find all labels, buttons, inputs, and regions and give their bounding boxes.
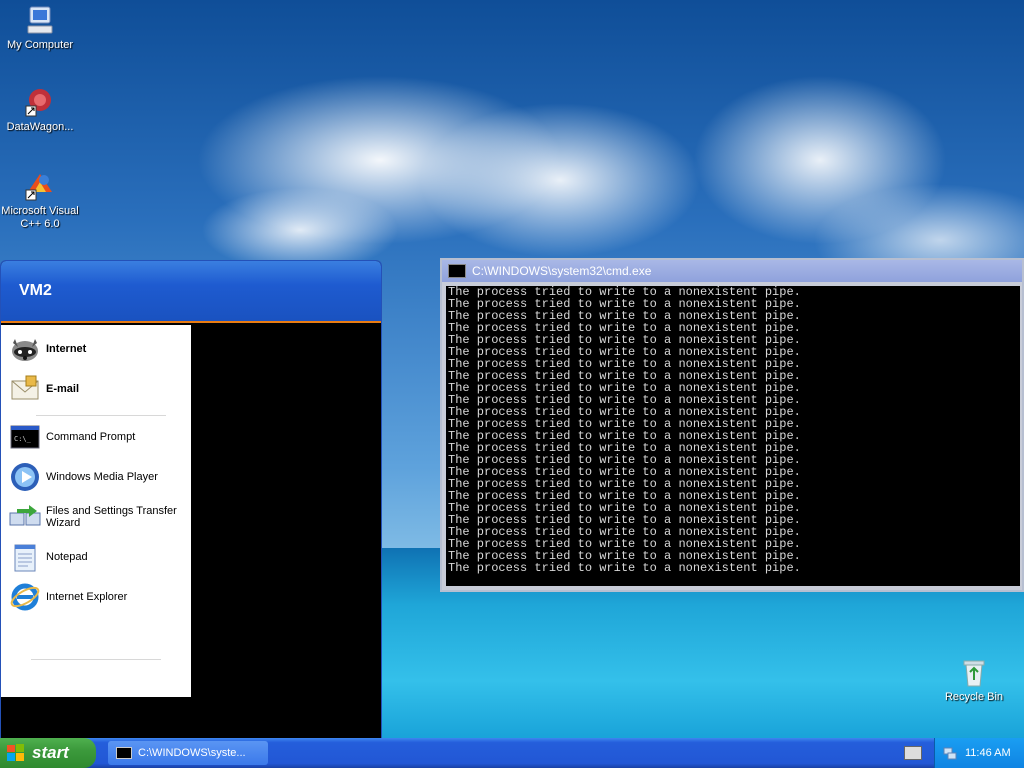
desktop-icon-label: My Computer xyxy=(6,39,74,51)
start-button[interactable]: start xyxy=(0,738,96,768)
email-icon xyxy=(9,373,41,405)
datawagon-icon xyxy=(24,86,56,118)
taskbar-button-label: C:\WINDOWS\syste... xyxy=(138,747,246,759)
desktop-icon-label: DataWagon... xyxy=(6,121,74,133)
internet-explorer-icon xyxy=(9,581,41,613)
cmd-window[interactable]: C:\WINDOWS\system32\cmd.exe The process … xyxy=(440,258,1024,592)
start-menu: VM2 Internet E-mail C:\_ Command Prompt xyxy=(0,260,382,739)
my-computer-icon xyxy=(24,4,56,36)
start-menu-separator xyxy=(36,415,166,416)
notepad-icon xyxy=(9,541,41,573)
start-menu-item-email[interactable]: E-mail xyxy=(9,373,184,405)
transfer-wizard-icon xyxy=(9,501,41,533)
start-menu-item-internet[interactable]: Internet xyxy=(9,333,184,365)
start-menu-item-internet-explorer[interactable]: Internet Explorer xyxy=(9,581,184,613)
user-name: VM2 xyxy=(19,282,52,299)
visual-cpp-icon xyxy=(24,170,56,202)
desktop-icon-label: Recycle Bin xyxy=(944,691,1004,703)
recycle-bin-icon xyxy=(958,656,990,688)
start-menu-item-label: Internet xyxy=(46,343,87,355)
start-menu-programs-pane: Internet E-mail C:\_ Command Prompt Wind… xyxy=(1,325,191,697)
start-menu-header: VM2 xyxy=(1,261,381,323)
cmd-window-title: C:\WINDOWS\system32\cmd.exe xyxy=(472,264,652,278)
clock: 11:46 AM xyxy=(965,747,1011,759)
start-menu-item-label: Notepad xyxy=(46,551,88,563)
desktop-icon-my-computer[interactable]: My Computer xyxy=(0,4,80,52)
start-menu-item-label: Files and Settings Transfer Wizard xyxy=(46,505,177,529)
raccoon-browser-icon xyxy=(9,333,41,365)
start-menu-item-transfer-wizard[interactable]: Files and Settings Transfer Wizard xyxy=(9,501,184,533)
start-button-label: start xyxy=(32,743,69,762)
system-tray: 11:46 AM xyxy=(934,738,1024,768)
start-menu-item-label: Windows Media Player xyxy=(46,471,158,483)
desktop-icon-visual-cpp[interactable]: Microsoft Visual C++ 6.0 xyxy=(0,170,80,231)
command-prompt-icon: C:\_ xyxy=(9,421,41,453)
taskbar-button-cmd[interactable]: C:\WINDOWS\syste... xyxy=(108,741,268,765)
desktop-icon-recycle-bin[interactable]: Recycle Bin xyxy=(934,656,1014,704)
start-menu-item-media-player[interactable]: Windows Media Player xyxy=(9,461,184,493)
start-menu-item-notepad[interactable]: Notepad xyxy=(9,541,184,573)
desktop-icon-label: Microsoft Visual C++ 6.0 xyxy=(1,205,79,230)
cmd-taskbar-icon xyxy=(116,747,132,759)
taskbar: start C:\WINDOWS\syste... 11:46 AM xyxy=(0,738,1024,768)
svg-text:C:\_: C:\_ xyxy=(14,435,32,443)
start-menu-item-label: Internet Explorer xyxy=(46,591,128,603)
start-menu-item-label: Command Prompt xyxy=(46,431,136,443)
cmd-console-output[interactable]: The process tried to write to a nonexist… xyxy=(446,286,1020,586)
start-menu-item-label: E-mail xyxy=(46,383,80,395)
windows-flag-icon xyxy=(6,743,26,763)
network-icon[interactable] xyxy=(943,746,957,760)
media-player-icon xyxy=(9,461,41,493)
cmd-window-icon xyxy=(448,264,466,278)
keyboard-icon[interactable] xyxy=(904,746,922,760)
start-menu-separator xyxy=(31,659,161,660)
start-menu-item-command-prompt[interactable]: C:\_ Command Prompt xyxy=(9,421,184,453)
cmd-titlebar[interactable]: C:\WINDOWS\system32\cmd.exe xyxy=(442,260,1022,282)
desktop-icon-datawagon[interactable]: DataWagon... xyxy=(0,86,80,134)
console-line: The process tried to write to a nonexist… xyxy=(448,561,801,575)
